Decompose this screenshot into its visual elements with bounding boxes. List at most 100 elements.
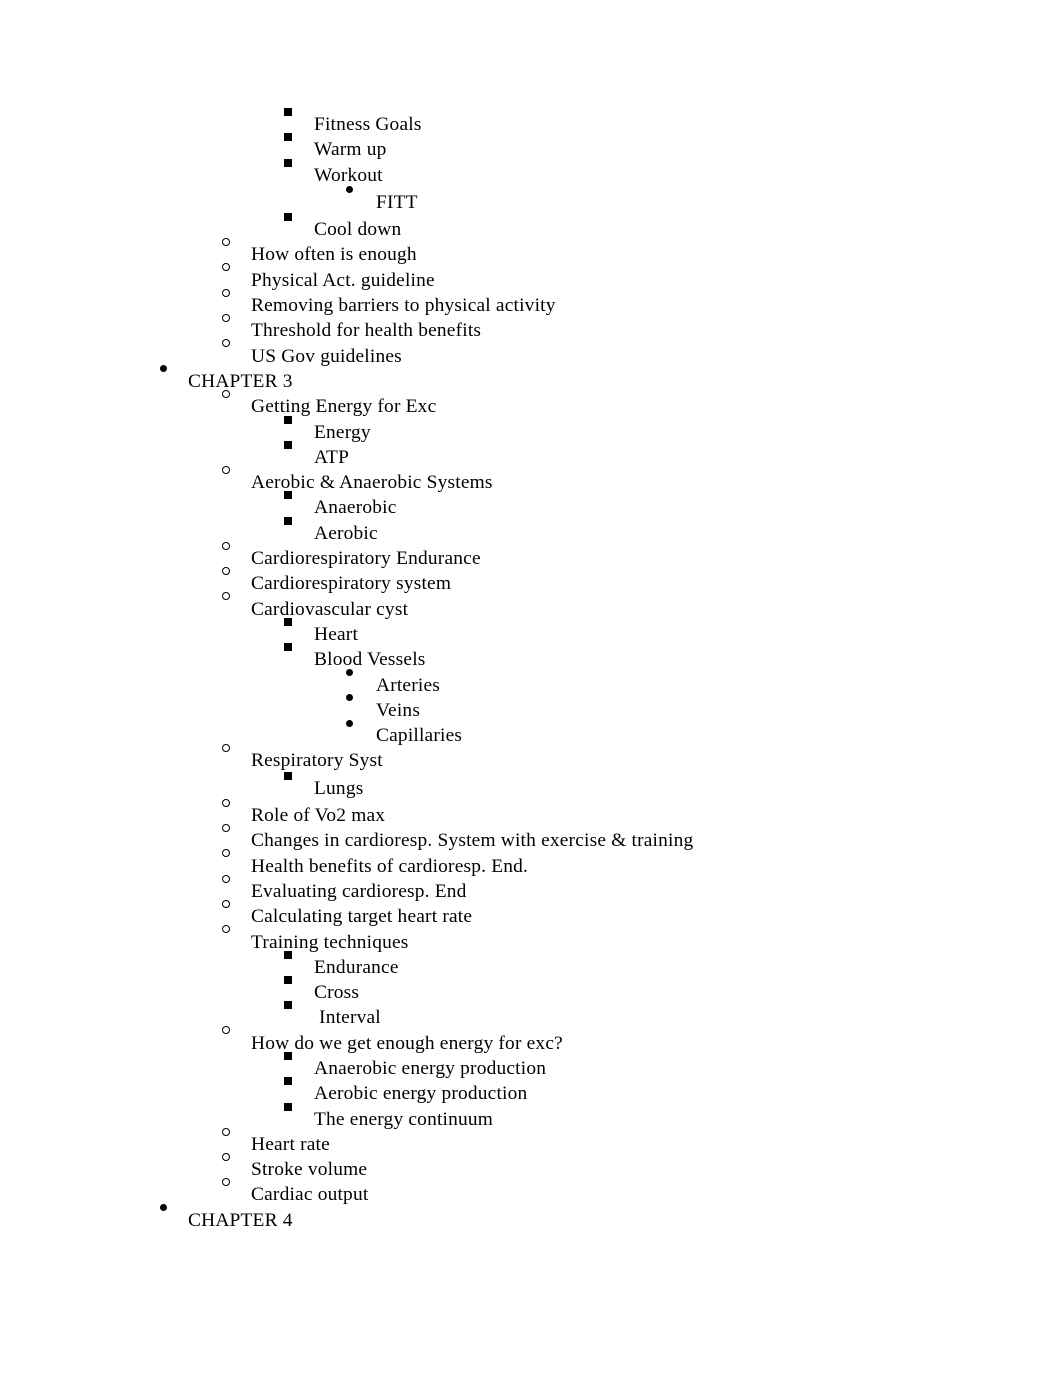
outline-list: Fitness Goals Warm up Workout FITT Cool down… xyxy=(0,108,1062,1233)
outline-item-label: Health benefits of cardioresp. End. xyxy=(251,855,529,877)
outline-item-label: Workout xyxy=(314,164,383,186)
hollow-circle-bullet-glyph xyxy=(222,1178,230,1187)
outline-item-label: Cardiac output xyxy=(251,1184,369,1206)
hollow-circle-bullet-glyph xyxy=(222,798,230,807)
outline-item: How often is enough xyxy=(0,238,1062,267)
outline-item-label: Aerobic energy production xyxy=(314,1083,528,1105)
outline-item: How do we get enough energy for exc? xyxy=(0,1026,1062,1056)
outline-item-label: Blood Vessels xyxy=(314,649,426,671)
outline-item: Stroke volume xyxy=(0,1152,1062,1182)
round-bullet-glyph xyxy=(346,186,353,194)
outline-item: ATP xyxy=(0,440,1062,470)
outline-item: CHAPTER 3 xyxy=(0,365,1062,394)
outline-item-label: ATP xyxy=(314,446,350,468)
outline-item-label: How often is enough xyxy=(251,244,417,266)
outline-item-label: Changes in cardioresp. System with exerc… xyxy=(251,830,694,852)
hollow-circle-bullet-glyph xyxy=(222,567,230,576)
square-bullet-glyph xyxy=(284,133,292,142)
outline-item: Cardiorespiratory system xyxy=(0,567,1062,596)
square-bullet-glyph xyxy=(284,516,292,525)
square-bullet-glyph xyxy=(284,976,292,985)
round-bullet-glyph xyxy=(346,669,353,677)
outline-item: Physical Act. guideline xyxy=(0,263,1062,293)
outline-item: Aerobic & Anaerobic Systems xyxy=(0,465,1062,495)
outline-item: Heart xyxy=(0,617,1062,647)
outline-item: Blood Vessels xyxy=(0,643,1062,672)
outline-item: Getting Energy for Exc xyxy=(0,389,1062,419)
outline-item-label: Respiratory Syst xyxy=(251,750,383,772)
outline-item-label: Threshold for health benefits xyxy=(251,320,482,342)
square-bullet-glyph xyxy=(284,1001,292,1010)
outline-item-label: Heart rate xyxy=(251,1133,330,1155)
square-bullet-glyph xyxy=(284,771,292,780)
outline-item-label: Aerobic xyxy=(314,522,378,544)
outline-item-label: Cardiorespiratory Endurance xyxy=(251,548,481,570)
round-bullet-glyph xyxy=(160,1204,167,1212)
outline-item: Warm up xyxy=(0,133,1062,162)
outline-item: Role of Vo2 max xyxy=(0,798,1062,828)
outline-item: Cardiac output xyxy=(0,1178,1062,1207)
outline-item: Health benefits of cardioresp. End. xyxy=(0,849,1062,879)
outline-item-label: FITT xyxy=(376,191,418,213)
hollow-circle-bullet-glyph xyxy=(222,541,230,550)
outline-item: Energy xyxy=(0,415,1062,445)
document-page: Fitness Goals Warm up Workout FITT Cool down… xyxy=(0,0,1062,1376)
outline-item: Veins xyxy=(0,694,1062,723)
outline-item: Aerobic xyxy=(0,516,1062,546)
outline-item-label: Anaerobic energy production xyxy=(314,1057,547,1079)
outline-item: Aerobic energy production xyxy=(0,1077,1062,1106)
outline-item-label: CHAPTER 3 xyxy=(188,370,293,392)
hollow-circle-bullet-glyph xyxy=(222,1026,230,1035)
outline-item-label: Role of Vo2 max xyxy=(251,805,386,827)
outline-item-label: Arteries xyxy=(376,674,441,696)
outline-item: Cool down xyxy=(0,213,1062,242)
hollow-circle-bullet-glyph xyxy=(222,238,230,247)
square-bullet-glyph xyxy=(284,415,292,424)
outline-item: Evaluating cardioresp. End xyxy=(0,874,1062,904)
outline-item-label: Lungs xyxy=(314,777,364,799)
outline-item-label: Getting Energy for Exc xyxy=(251,396,437,418)
outline-item-label: US Gov guidelines xyxy=(251,345,402,367)
outline-item-label: Warm up xyxy=(314,139,387,161)
hollow-circle-bullet-glyph xyxy=(222,925,230,934)
square-bullet-glyph xyxy=(284,213,292,222)
outline-item-label: How do we get enough energy for exc? xyxy=(251,1032,563,1054)
outline-item: Cross xyxy=(0,976,1062,1005)
hollow-circle-bullet-glyph xyxy=(222,1127,230,1136)
outline-item: Cardiovascular cyst xyxy=(0,592,1062,622)
outline-item-label: CHAPTER 4 xyxy=(188,1209,293,1231)
outline-item: Workout xyxy=(0,158,1062,188)
outline-item: Respiratory Syst xyxy=(0,744,1062,773)
outline-item-label: Heart xyxy=(314,623,359,645)
outline-item: Interval xyxy=(0,1001,1062,1030)
outline-item-label: Training techniques xyxy=(251,931,409,953)
outline-item: Removing barriers to physical activity xyxy=(0,288,1062,318)
outline-item-label: Endurance xyxy=(314,956,399,978)
outline-item-label: Stroke volume xyxy=(251,1159,368,1181)
hollow-circle-bullet-glyph xyxy=(222,744,230,753)
outline-item-label: Evaluating cardioresp. End xyxy=(251,880,467,902)
outline-item: The energy continuum xyxy=(0,1102,1062,1132)
outline-item-label: Capillaries xyxy=(376,725,463,747)
outline-item: Training techniques xyxy=(0,925,1062,955)
outline-item-label: Calculating target heart rate xyxy=(251,906,473,928)
outline-item: Cardiorespiratory Endurance xyxy=(0,541,1062,571)
hollow-circle-bullet-glyph xyxy=(222,314,230,323)
outline-item-label: Cardiovascular cyst xyxy=(251,598,409,620)
outline-item: Arteries xyxy=(0,669,1062,698)
square-bullet-glyph xyxy=(284,1077,292,1086)
outline-item-label: Anaerobic xyxy=(314,497,397,519)
hollow-circle-bullet-glyph xyxy=(222,592,230,601)
outline-item-label: Cool down xyxy=(314,219,402,241)
square-bullet-glyph xyxy=(284,491,292,500)
hollow-circle-bullet-glyph xyxy=(222,263,230,272)
outline-item-label: Cardiorespiratory system xyxy=(251,573,452,595)
square-bullet-glyph xyxy=(284,1102,292,1111)
hollow-circle-bullet-glyph xyxy=(222,1152,230,1161)
outline-item: Capillaries xyxy=(0,719,1062,748)
outline-item: US Gov guidelines xyxy=(0,339,1062,369)
hollow-circle-bullet-glyph xyxy=(222,465,230,474)
square-bullet-glyph xyxy=(284,643,292,652)
square-bullet-glyph xyxy=(284,950,292,959)
hollow-circle-bullet-glyph xyxy=(222,899,230,908)
